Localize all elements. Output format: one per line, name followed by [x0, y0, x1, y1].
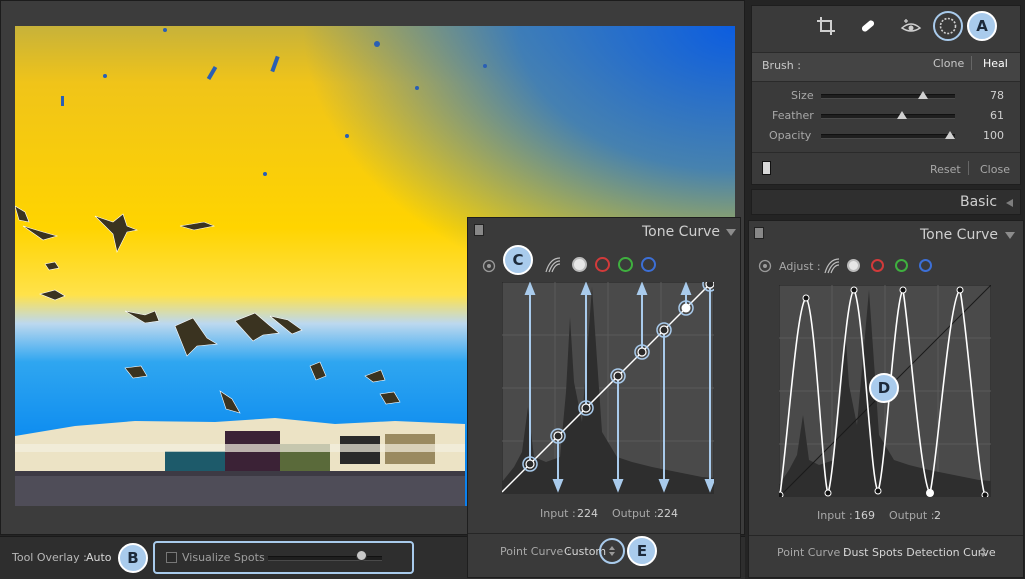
overlay-channel-blue[interactable] [641, 257, 656, 272]
overlay-output-label: Output : [612, 507, 658, 520]
overlay-collapse-icon[interactable] [726, 229, 736, 236]
visualize-threshold-thumb[interactable] [355, 550, 367, 561]
callout-a: A [967, 11, 997, 41]
spot-removal-icon[interactable] [858, 16, 878, 36]
opacity-value[interactable]: 100 [977, 129, 1004, 142]
overlay-output-value: 224 [657, 507, 678, 520]
tone-curve-panel-title: Tone Curve [920, 227, 998, 243]
overlay-target-icon[interactable] [482, 259, 496, 273]
brush-label: Brush : [762, 59, 801, 72]
opacity-slider-thumb[interactable] [945, 131, 955, 139]
visualize-spots-checkbox[interactable] [166, 552, 177, 563]
spot-removal-panel: A Brush : Clone Heal Size 78 Feather 61 … [751, 5, 1021, 185]
cityscape [15, 418, 465, 506]
point-curve-label: Point Curve : [777, 546, 848, 559]
overlay-select-arrows-icon[interactable] [608, 545, 616, 557]
overlay-point-curve-label: Point Curve : [500, 545, 571, 558]
callout-e: E [627, 536, 657, 566]
panel-switch[interactable] [754, 227, 764, 239]
heal-button[interactable]: Heal [983, 57, 1008, 70]
adjust-label: Adjust : [779, 260, 821, 273]
feather-slider-thumb[interactable] [896, 111, 907, 119]
input-value: 169 [854, 509, 875, 522]
visualize-spots-label: Visualize Spots [182, 551, 265, 564]
callout-d: D [869, 373, 899, 403]
red-eye-icon[interactable] [900, 16, 922, 36]
channel-white-button[interactable] [847, 259, 860, 272]
pc-divider [749, 535, 1023, 536]
channel-red-button[interactable] [871, 259, 884, 272]
overlay-pc-divider [468, 533, 740, 534]
tool-overlay-dropdown[interactable]: Auto [86, 551, 112, 564]
output-label: Output : [889, 509, 935, 522]
input-label: Input : [817, 509, 853, 522]
footer-divider [968, 161, 969, 175]
overlay-panel-switch[interactable] [474, 224, 484, 236]
feather-slider[interactable] [821, 114, 955, 119]
callout-b: B [118, 543, 148, 573]
overlay-parametric-icon[interactable] [544, 256, 562, 274]
tool-toggle-switch[interactable] [762, 161, 771, 175]
channel-green-button[interactable] [895, 259, 908, 272]
feather-value[interactable]: 61 [977, 109, 1004, 122]
opacity-label: Opacity [769, 129, 812, 142]
tone-curve-overlay: Tone Curve C Input: 224 Output: 224 Po… [467, 217, 741, 578]
spot-footer-divider [752, 152, 1020, 153]
size-slider[interactable] [821, 94, 955, 99]
dust-spot-icon[interactable] [938, 16, 958, 36]
overlay-channel-red[interactable] [595, 257, 610, 272]
basic-panel-title: Basic [960, 194, 998, 210]
target-adjust-icon[interactable] [758, 259, 772, 273]
tone-curve-panel: Tone Curve Adjust : D Input : 169 Output… [748, 220, 1024, 578]
point-curve-select[interactable]: Dust Spots Detection Curve [843, 546, 996, 559]
overlay-input-label: Input : [540, 507, 576, 520]
overlay-curve-graph[interactable] [502, 282, 714, 494]
select-arrows-icon[interactable] [979, 546, 987, 558]
crop-icon[interactable] [816, 16, 836, 36]
reset-button[interactable]: Reset [930, 163, 961, 176]
clone-button[interactable]: Clone [933, 57, 964, 70]
size-label: Size [791, 89, 814, 102]
overlay-channel-white[interactable] [572, 257, 587, 272]
size-slider-thumb[interactable] [917, 91, 928, 99]
size-value[interactable]: 78 [977, 89, 1004, 102]
output-value: 2 [934, 509, 941, 522]
brush-divider [971, 56, 972, 70]
opacity-slider[interactable] [821, 134, 955, 139]
overlay-channel-green[interactable] [618, 257, 633, 272]
close-button[interactable]: Close [980, 163, 1010, 176]
overlay-input-value: 224 [577, 507, 598, 520]
overlay-title: Tone Curve [642, 224, 720, 240]
channel-blue-button[interactable] [919, 259, 932, 272]
collapse-down-icon[interactable] [1005, 232, 1015, 239]
collapse-left-icon [1006, 199, 1013, 207]
parametric-curve-icon[interactable] [823, 257, 841, 275]
basic-panel-header[interactable]: Basic [751, 189, 1021, 215]
feather-label: Feather [772, 109, 814, 122]
callout-c: C [503, 245, 533, 275]
tool-overlay-label: Tool Overlay : [12, 551, 87, 564]
